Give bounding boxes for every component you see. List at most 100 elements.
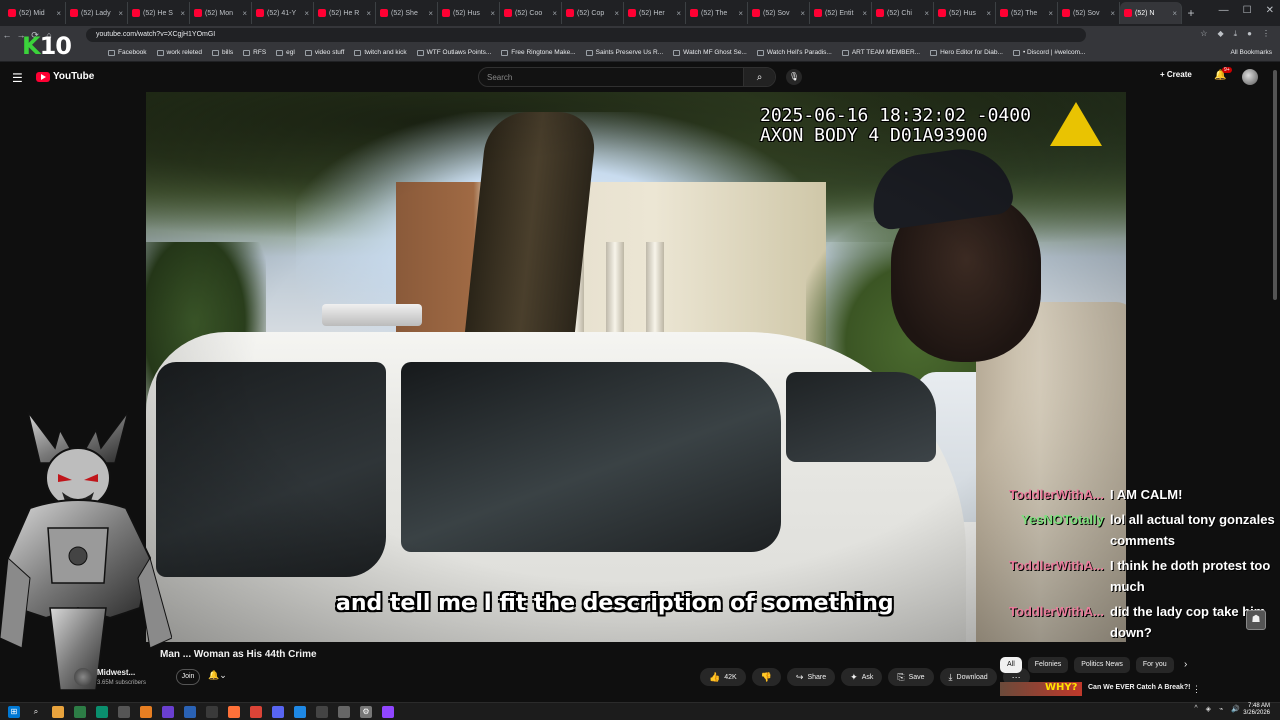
taskbar-app-icon[interactable] [316,705,328,718]
page-scrollbar[interactable] [1273,70,1277,300]
bookmark-item[interactable]: WTF Outlaws Points... [416,49,491,56]
browser-tab[interactable]: (52) Entit × [810,2,872,24]
bookmark-star-icon[interactable]: ☆ [1200,29,1207,39]
profile-icon[interactable]: ● [1247,29,1252,39]
browser-tab[interactable]: (52) He S × [128,2,190,24]
browser-tab[interactable]: (52) Mon × [190,2,252,24]
share-button[interactable]: ↪ Share [786,668,836,686]
tray-app-icon[interactable]: ◈ [1206,705,1211,713]
minimize-icon[interactable]: — [1219,5,1229,16]
microphone-icon[interactable]: 🎙 [786,69,802,85]
bookmark-item[interactable]: • Discord | #welcom... [1012,49,1085,56]
taskbar-app-icon[interactable] [338,705,350,718]
url-field[interactable]: youtube.com/watch?v=XCgjH1YOmGI [86,28,1086,42]
browser-tab[interactable]: (52) 41-Y × [252,2,314,24]
download-button[interactable]: ⤓ Download [939,668,997,686]
account-avatar[interactable] [1242,69,1258,85]
close-tab-icon[interactable]: × [1172,9,1177,18]
close-tab-icon[interactable]: × [366,9,371,18]
taskbar-app-icon[interactable] [140,705,152,718]
taskbar-app-icon[interactable] [96,705,108,718]
taskbar-search-icon[interactable]: ⌕ [30,706,42,718]
browser-tab[interactable]: (52) Sov × [1058,2,1120,24]
browser-tab[interactable]: (52) The × [996,2,1058,24]
network-icon[interactable]: ⌁ [1219,705,1223,713]
close-tab-icon[interactable]: × [242,9,247,18]
menu-icon[interactable]: ⋮ [1262,29,1270,39]
twitch-icon[interactable] [382,705,394,718]
channel-name[interactable]: Midwest... [97,668,135,677]
taskbar-app-icon[interactable] [184,705,196,718]
taskbar-app-icon[interactable] [294,705,306,718]
recommended-video-title[interactable]: Can We EVER Catch A Break?! [1088,684,1190,691]
taskbar-app-icon[interactable] [206,705,218,718]
close-tab-icon[interactable]: × [1110,9,1115,18]
all-bookmarks-button[interactable]: All Bookmarks [1230,49,1272,56]
chrome-icon[interactable] [250,705,262,718]
close-icon[interactable]: ✕ [1266,5,1274,16]
browser-tab[interactable]: (52) Sov × [748,2,810,24]
chevron-right-icon[interactable]: › [1184,659,1187,670]
bookmark-item[interactable]: Free Ringtone Make... [501,49,576,56]
bookmark-item[interactable]: ART TEAM MEMBER... [841,49,920,56]
bookmark-item[interactable]: twitch and kick [354,49,407,56]
browser-tab[interactable]: (52) Cop × [562,2,624,24]
search-input[interactable] [479,72,743,82]
windows-start-icon[interactable]: ⊞ [8,705,20,718]
browser-tab[interactable]: (52) She × [376,2,438,24]
browser-tab[interactable]: (52) Lady × [66,2,128,24]
close-tab-icon[interactable]: × [1048,9,1053,18]
back-icon[interactable]: ← [0,30,14,40]
taskbar-app-icon[interactable] [162,705,174,718]
close-tab-icon[interactable]: × [924,9,929,18]
close-tab-icon[interactable]: × [180,9,185,18]
close-tab-icon[interactable]: × [614,9,619,18]
bookmark-item[interactable]: RFS [243,49,266,56]
close-tab-icon[interactable]: × [738,9,743,18]
browser-tab[interactable]: (52) The × [686,2,748,24]
join-button[interactable]: Join [176,669,200,685]
filter-chip[interactable]: Felonies [1027,657,1069,673]
browser-tab[interactable]: (52) Her × [624,2,686,24]
search-icon[interactable]: ⌕ [743,68,775,86]
dislike-button[interactable]: 👎 [751,668,781,686]
channel-avatar[interactable] [74,668,92,686]
bookmark-item[interactable]: Saints Preserve Us R... [585,49,663,56]
create-button[interactable]: + Create [1160,70,1192,79]
browser-tab[interactable]: (52) N × [1120,2,1182,24]
bookmark-item[interactable]: egl [276,49,295,56]
firefox-icon[interactable] [228,705,240,718]
bookmark-item[interactable]: work releted [156,49,202,56]
extension-icon[interactable]: ◆ [1217,29,1223,39]
bookmark-item[interactable]: Watch MF Ghost Se... [673,49,747,56]
like-button[interactable]: 👍 42K [700,668,746,686]
browser-tab[interactable]: (52) Hus × [934,2,996,24]
subscription-bell-icon[interactable]: 🔔⌄ [208,670,227,681]
ask-button[interactable]: ✦ Ask [841,668,883,686]
new-tab-button[interactable]: + [1182,6,1200,20]
save-button[interactable]: ⎘ Save [888,668,934,686]
filter-chip[interactable]: All [1000,657,1022,673]
browser-tab[interactable]: (52) He R × [314,2,376,24]
browser-tab[interactable]: (52) Coo × [500,2,562,24]
settings-gear-icon[interactable]: ⚙ [360,705,372,718]
taskbar-app-icon[interactable] [74,705,86,718]
more-vertical-icon[interactable]: ⋮ [1192,684,1201,695]
close-tab-icon[interactable]: × [118,9,123,18]
chevron-up-icon[interactable]: ^ [1194,705,1197,713]
youtube-logo[interactable]: YouTube [36,71,94,82]
taskbar-app-icon[interactable] [118,705,130,718]
file-explorer-icon[interactable] [52,705,64,718]
hamburger-menu-icon[interactable]: ☰ [12,71,23,85]
close-tab-icon[interactable]: × [490,9,495,18]
filter-chip[interactable]: For you [1135,657,1174,673]
recommended-video-thumbnail[interactable]: WHY? [1000,682,1082,696]
bookmark-item[interactable]: Facebook [108,49,147,56]
video-player[interactable]: 2025-06-16 18:32:02 -0400 AXON BODY 4 D0… [146,92,1126,642]
bookmark-item[interactable]: Watch Hell's Paradis... [756,49,832,56]
bookmark-item[interactable]: bills [211,49,233,56]
download-icon[interactable]: ⤓ [1234,29,1238,39]
browser-tab[interactable]: (52) Chi × [872,2,934,24]
bookmark-item[interactable]: video stuff [304,49,344,56]
close-tab-icon[interactable]: × [800,9,805,18]
